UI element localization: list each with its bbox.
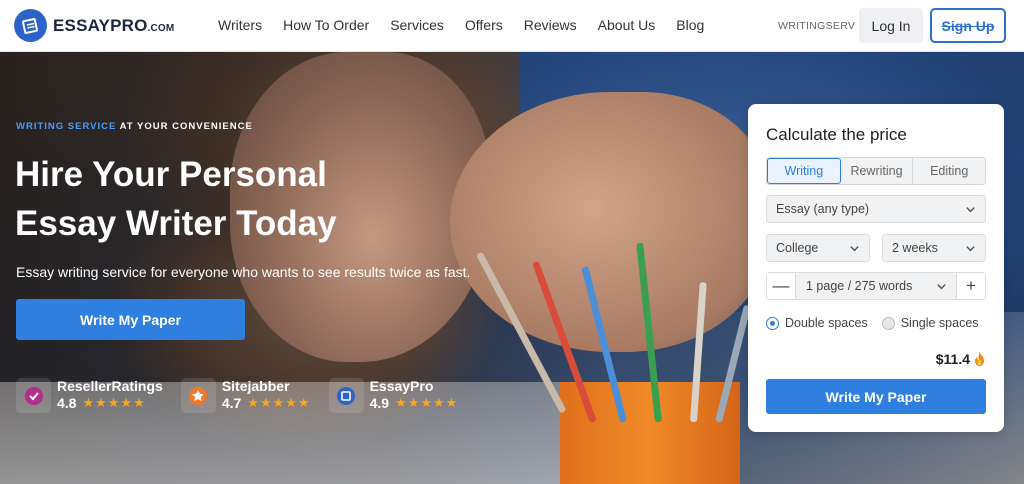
paper-type-value: Essay (any type) <box>776 202 870 216</box>
write-my-paper-button[interactable]: Write My Paper <box>16 299 245 340</box>
hero-eyebrow: WRITING SERVICE AT YOUR CONVENIENCE <box>16 121 253 132</box>
decrement-pages-button[interactable]: — <box>767 273 795 299</box>
hero-subtext: Essay writing service for everyone who w… <box>16 264 471 280</box>
rating-name: Sitejabber <box>221 378 290 394</box>
price-calculator: Calculate the price Writing Rewriting Ed… <box>748 104 1004 432</box>
calculator-title: Calculate the price <box>766 125 907 144</box>
increment-pages-button[interactable]: + <box>957 273 985 299</box>
academic-level-select[interactable]: College <box>766 234 870 262</box>
paper-type-select[interactable]: Essay (any type) <box>766 195 986 223</box>
rating-score: 4.7 <box>221 395 242 411</box>
deadline-select[interactable]: 2 weeks <box>882 234 986 262</box>
academic-level-value: College <box>776 241 819 255</box>
tab-editing[interactable]: Editing <box>913 158 985 184</box>
rating-name: EssayPro <box>369 378 434 394</box>
check-badge-icon <box>16 378 51 413</box>
chevron-down-icon <box>850 246 859 252</box>
rating-resellerratings[interactable]: ResellerRatings 4.8 ★★★★★ <box>16 378 163 413</box>
price-value: $11.4 <box>935 351 970 367</box>
price-display: $11.4 <box>936 351 986 367</box>
radio-label: Double spaces <box>785 316 868 330</box>
login-button[interactable]: Log In <box>859 8 923 43</box>
rating-sitejabber[interactable]: Sitejabber 4.7 ★★★★★ <box>180 378 311 413</box>
rating-stars: ★★★★★ <box>82 395 146 410</box>
tab-writing[interactable]: Writing <box>767 158 841 184</box>
rating-score: 4.9 <box>369 395 390 411</box>
ratings-row: ResellerRatings 4.8 ★★★★★ Sitejabber 4.7 ★… <box>16 378 458 413</box>
service-tabs: Writing Rewriting Editing <box>766 157 986 185</box>
chevron-down-icon <box>966 207 975 213</box>
rating-score: 4.8 <box>57 395 77 411</box>
pages-value: 1 page / 275 words <box>806 279 913 293</box>
chevron-down-icon <box>966 246 975 252</box>
calculator-write-my-paper-button[interactable]: Write My Paper <box>766 379 986 414</box>
radio-double-spaces[interactable]: Double spaces <box>766 316 868 330</box>
brand-logo[interactable]: ESSAYPRO.COM <box>14 9 174 42</box>
radio-label: Single spaces <box>900 316 979 330</box>
brand-name: ESSAYPRO.COM <box>53 15 175 35</box>
nav-item-reviews[interactable]: Reviews <box>524 17 577 33</box>
essaypro-logo-icon <box>14 9 47 42</box>
chevron-down-icon <box>937 284 946 290</box>
spacing-options: Double spaces Single spaces <box>766 316 979 330</box>
radio-selected-icon <box>766 316 779 330</box>
rating-stars: ★★★★★ <box>395 395 459 410</box>
pages-stepper: — 1 page / 275 words + <box>766 272 986 300</box>
deadline-value: 2 weeks <box>892 241 938 255</box>
main-menu: Writers How To Order Services Offers Rev… <box>218 17 704 33</box>
pages-select[interactable]: 1 page / 275 words <box>795 273 957 299</box>
radio-unselected-icon <box>881 316 895 330</box>
nav-item-writers[interactable]: Writers <box>218 17 262 33</box>
hero-photo-arm <box>450 92 770 352</box>
promo-code[interactable]: WRITINGSERV <box>778 20 855 32</box>
top-navbar: ESSAYPRO.COM Writers How To Order Servic… <box>0 0 1024 52</box>
rating-name: ResellerRatings <box>57 378 163 394</box>
nav-item-how-to-order[interactable]: How To Order <box>283 17 369 33</box>
rating-essaypro[interactable]: EssayPro 4.9 ★★★★★ <box>328 378 459 413</box>
tab-rewriting[interactable]: Rewriting <box>841 158 914 184</box>
nav-item-about-us[interactable]: About Us <box>598 17 656 33</box>
nav-item-blog[interactable]: Blog <box>676 17 704 33</box>
signup-button[interactable]: Sign Up <box>930 8 1006 43</box>
nav-item-services[interactable]: Services <box>390 17 444 33</box>
radio-single-spaces[interactable]: Single spaces <box>881 316 979 330</box>
essaypro-badge-icon <box>328 378 364 413</box>
fire-icon <box>975 352 984 366</box>
hero-headline: Hire Your Personal Essay Writer Today <box>15 155 337 243</box>
nav-item-offers[interactable]: Offers <box>465 17 503 33</box>
star-badge-icon <box>180 378 216 413</box>
rating-stars: ★★★★★ <box>247 395 311 410</box>
